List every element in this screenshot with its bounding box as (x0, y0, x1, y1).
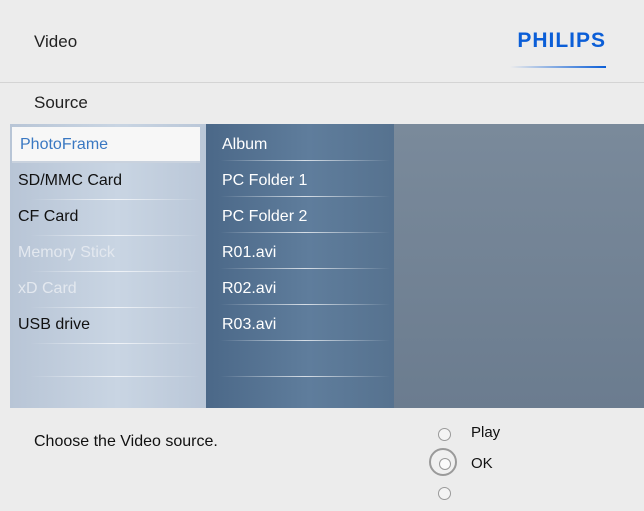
up-control-icon[interactable] (438, 428, 451, 441)
source-separator (30, 307, 200, 308)
content-separator (220, 232, 390, 233)
content-item-r02-avi[interactable]: R02.avi (206, 271, 394, 307)
title-bar: Video PHILIPS (0, 0, 644, 82)
brand-logo: PHILIPS (517, 29, 606, 52)
source-item-memory-stick: Memory Stick (18, 244, 115, 261)
content-item-r03-avi[interactable]: R03.avi (206, 307, 394, 343)
down-control-icon[interactable] (438, 487, 451, 500)
source-separator (30, 235, 200, 236)
source-separator (30, 271, 200, 272)
content-separator (220, 376, 390, 377)
hint-text: Choose the Video source. (34, 433, 218, 450)
source-separator (30, 199, 200, 200)
content-separator (220, 304, 390, 305)
preview-area (394, 124, 644, 408)
ok-control-icon[interactable] (429, 448, 457, 476)
play-label: Play (471, 424, 501, 441)
content-separator (220, 160, 390, 161)
screen-title: Video (34, 32, 78, 51)
source-item-xd-card: xD Card (18, 280, 77, 297)
source-item-sd-mmc-card[interactable]: SD/MMC Card (10, 163, 206, 199)
ok-label: OK (471, 455, 493, 472)
content-item-album[interactable]: Album (206, 127, 394, 163)
content-item-r01-avi[interactable]: R01.avi (206, 235, 394, 271)
content-separator (220, 196, 390, 197)
source-item-usb-drive[interactable]: USB drive (10, 307, 206, 343)
source-separator (30, 376, 200, 377)
brand-underline (510, 66, 606, 68)
footer-bar (0, 408, 644, 511)
content-separator (220, 340, 390, 341)
source-item-cf-card[interactable]: CF Card (10, 199, 206, 235)
content-item-pc-folder-1[interactable]: PC Folder 1 (206, 163, 394, 199)
content-separator (220, 268, 390, 269)
section-bar (0, 82, 644, 125)
content-item-pc-folder-2[interactable]: PC Folder 2 (206, 199, 394, 235)
section-title: Source (34, 93, 88, 112)
source-separator (30, 343, 200, 344)
browser-panel: PhotoFrame SD/MMC Card CF Card Memory St… (10, 124, 644, 408)
source-item-photoframe[interactable]: PhotoFrame (12, 127, 200, 163)
